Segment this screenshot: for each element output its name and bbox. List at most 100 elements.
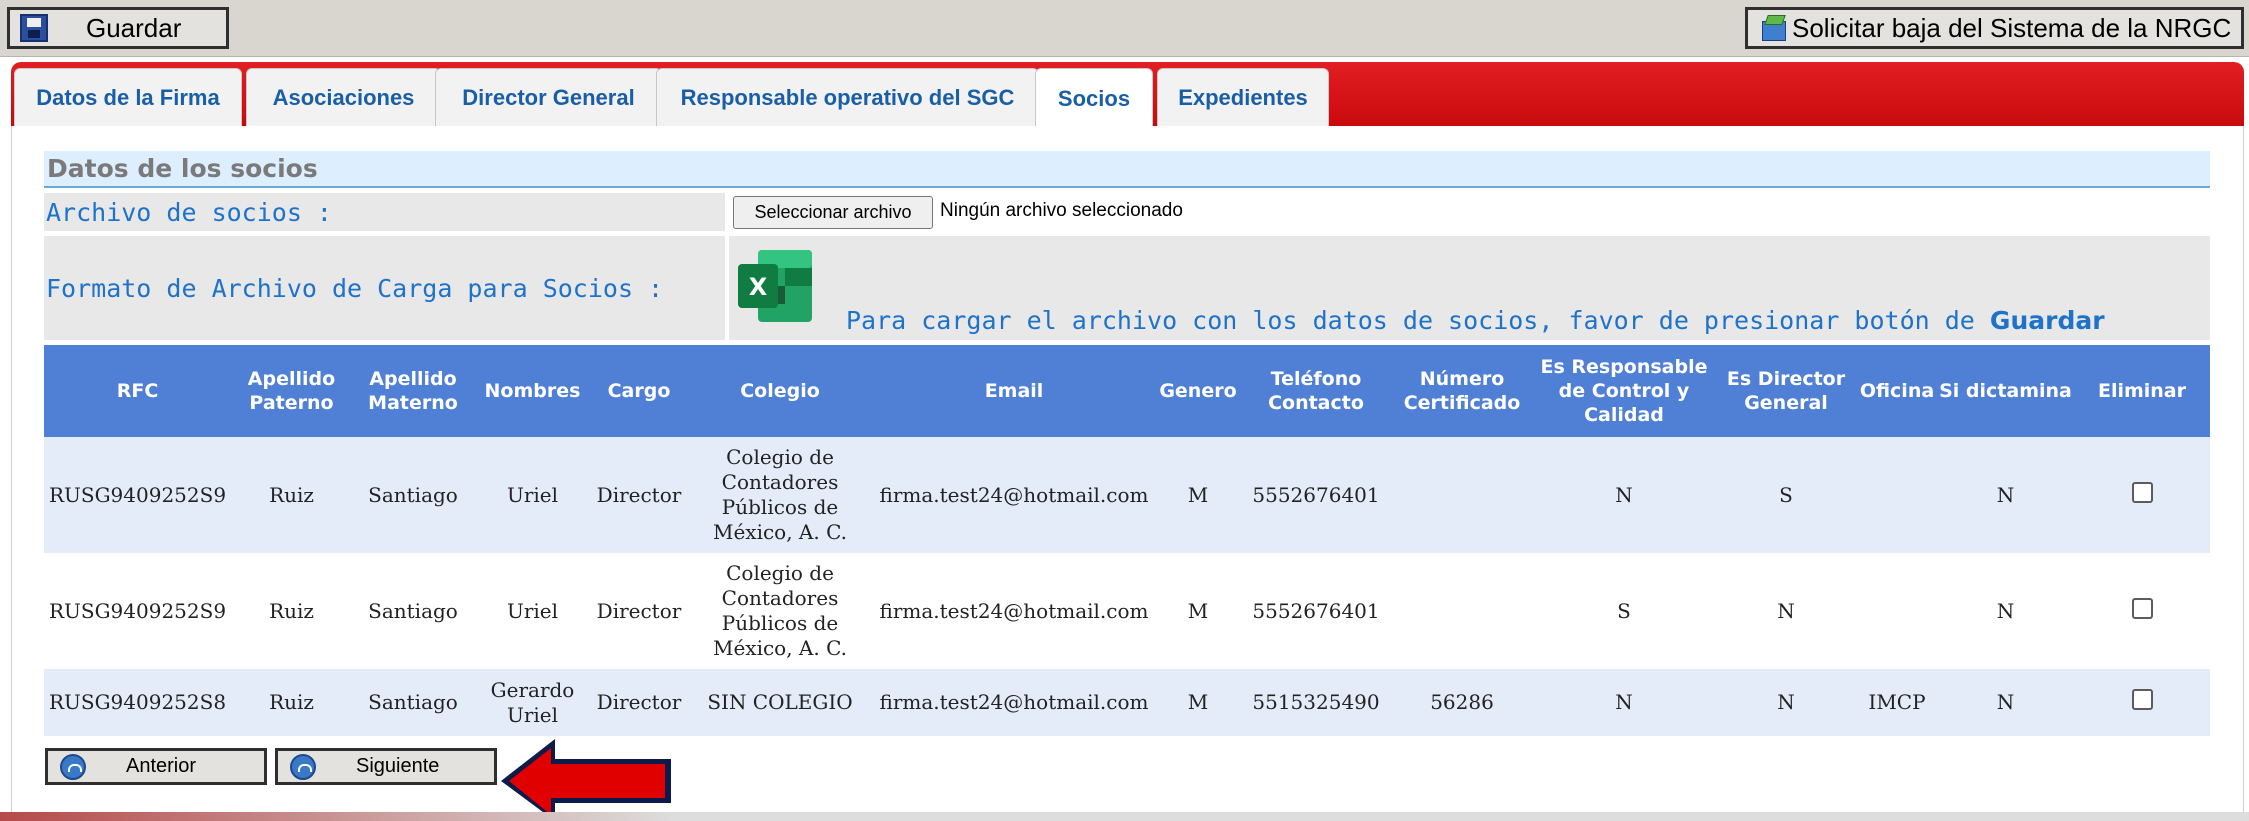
header-apellido-materno[interactable]: Apellido Materno — [352, 345, 474, 437]
cell-colegio: SIN COLEGIO — [687, 669, 873, 736]
table-header-row: RFC Apellido Paterno Apellido Materno No… — [44, 345, 2210, 437]
tab-expedientes[interactable]: Expedientes — [1157, 68, 1329, 126]
delete-checkbox[interactable] — [2131, 689, 2153, 710]
previous-button[interactable]: Anterior — [45, 748, 267, 785]
cell-nombres: Gerardo Uriel — [474, 669, 591, 736]
top-toolbar: Guardar Solicitar baja del Sistema de la… — [0, 0, 2249, 57]
upload-instructions-text: Para cargar el archivo con los datos de … — [846, 306, 1975, 335]
cell-cargo: Director — [591, 437, 687, 553]
cell-certificado: 56286 — [1391, 669, 1533, 736]
tab-label: Director General — [462, 84, 635, 110]
tab-asociaciones[interactable]: Asociaciones — [246, 68, 441, 126]
section-title: Datos de los socios — [44, 151, 2210, 188]
header-nombres[interactable]: Nombres — [474, 345, 591, 437]
header-certificado[interactable]: Número Certificado — [1391, 345, 1533, 437]
cell-eliminar — [2074, 553, 2210, 669]
annotation-arrow-icon — [501, 739, 671, 821]
tab-label: Responsable operativo del SGC — [680, 84, 1015, 110]
cell-responsable: S — [1533, 553, 1715, 669]
cell-materno: Santiago — [352, 553, 474, 669]
forward-arrow-icon — [290, 753, 316, 780]
save-button[interactable]: Guardar — [7, 7, 229, 49]
next-button[interactable]: Siguiente — [275, 748, 497, 785]
tab-label: Expedientes — [1178, 84, 1308, 110]
cell-telefono: 5552676401 — [1241, 553, 1391, 669]
cell-oficina: IMCP — [1857, 669, 1937, 736]
cell-dictamina: N — [1937, 437, 2074, 553]
format-label: Formato de Archivo de Carga para Socios … — [44, 236, 725, 340]
request-deregistration-button[interactable]: Solicitar baja del Sistema de la NRGC — [1745, 7, 2244, 49]
cell-email: firma.test24@hotmail.com — [873, 553, 1155, 669]
header-dictamina[interactable]: Si dictamina — [1937, 345, 2074, 437]
header-eliminar: Eliminar — [2074, 345, 2210, 437]
cell-email: firma.test24@hotmail.com — [873, 437, 1155, 553]
file-label: Archivo de socios : — [44, 193, 725, 231]
header-email[interactable]: Email — [873, 345, 1155, 437]
table-row: RUSG9409252S8 Ruiz Santiago Gerardo Urie… — [44, 669, 2210, 736]
header-rfc[interactable]: RFC — [44, 345, 231, 437]
table-row: RUSG9409252S9 Ruiz Santiago Uriel Direct… — [44, 553, 2210, 669]
page-bottom-border — [0, 812, 2249, 821]
upload-instructions-bold: Guardar — [1989, 306, 2105, 335]
cell-materno: Santiago — [352, 669, 474, 736]
header-responsable[interactable]: Es Responsable de Control y Calidad — [1533, 345, 1715, 437]
cell-paterno: Ruiz — [231, 669, 352, 736]
tab-label: Socios — [1057, 85, 1131, 111]
header-telefono[interactable]: Teléfono Contacto — [1241, 345, 1391, 437]
header-genero[interactable]: Genero — [1155, 345, 1241, 437]
header-director[interactable]: Es Director General — [1715, 345, 1857, 437]
next-button-label: Siguiente — [356, 755, 440, 777]
cell-materno: Santiago — [352, 437, 474, 553]
tab-socios[interactable]: Socios — [1035, 68, 1153, 128]
cell-rfc: RUSG9409252S9 — [44, 437, 231, 553]
cell-nombres: Uriel — [474, 437, 591, 553]
cell-telefono: 5552676401 — [1241, 437, 1391, 553]
cell-rfc: RUSG9409252S8 — [44, 669, 231, 736]
request-deregistration-label: Solicitar baja del Sistema de la NRGC — [1792, 12, 2232, 43]
header-cargo[interactable]: Cargo — [591, 345, 687, 437]
header-apellido-paterno[interactable]: Apellido Paterno — [231, 345, 352, 437]
cell-eliminar — [2074, 669, 2210, 736]
tab-label: Datos de la Firma — [36, 84, 220, 110]
tab-label: Asociaciones — [272, 84, 415, 110]
cell-genero: M — [1155, 553, 1241, 669]
table-row: RUSG9409252S9 Ruiz Santiago Uriel Direct… — [44, 437, 2210, 553]
cell-cargo: Director — [591, 553, 687, 669]
delete-checkbox[interactable] — [2131, 481, 2153, 503]
cell-dictamina: N — [1937, 669, 2074, 736]
floppy-disk-icon — [20, 14, 48, 42]
delete-checkbox[interactable] — [2131, 597, 2153, 619]
cell-responsable: N — [1533, 437, 1715, 553]
cell-email: firma.test24@hotmail.com — [873, 669, 1155, 736]
svg-text:X: X — [749, 273, 768, 301]
cell-colegio: Colegio de Contadores Públicos de México… — [687, 437, 873, 553]
cell-certificado — [1391, 553, 1533, 669]
tab-datos-firma[interactable]: Datos de la Firma — [14, 68, 242, 126]
cell-certificado — [1391, 437, 1533, 553]
tab-responsable-operativo[interactable]: Responsable operativo del SGC — [656, 68, 1039, 126]
save-button-label: Guardar — [86, 12, 182, 43]
cell-director: N — [1715, 553, 1857, 669]
package-icon — [1760, 13, 1790, 43]
cell-telefono: 5515325490 — [1241, 669, 1391, 736]
cell-paterno: Ruiz — [231, 553, 352, 669]
tab-bar: Datos de la Firma Asociaciones Director … — [11, 62, 2244, 128]
cell-genero: M — [1155, 669, 1241, 736]
cell-oficina — [1857, 437, 1937, 553]
cell-dictamina: N — [1937, 553, 2074, 669]
select-file-button[interactable]: Seleccionar archivo — [733, 196, 933, 229]
cell-nombres: Uriel — [474, 553, 591, 669]
cell-genero: M — [1155, 437, 1241, 553]
socios-table: RFC Apellido Paterno Apellido Materno No… — [44, 345, 2210, 736]
upload-instructions: Para cargar el archivo con los datos de … — [846, 306, 2105, 335]
header-colegio[interactable]: Colegio — [687, 345, 873, 437]
excel-icon[interactable]: X — [736, 246, 816, 326]
cell-rfc: RUSG9409252S9 — [44, 553, 231, 669]
header-oficina[interactable]: Oficina — [1857, 345, 1937, 437]
cell-director: N — [1715, 669, 1857, 736]
back-arrow-icon — [60, 753, 86, 780]
previous-button-label: Anterior — [126, 755, 197, 777]
cell-paterno: Ruiz — [231, 437, 352, 553]
cell-cargo: Director — [591, 669, 687, 736]
tab-director-general[interactable]: Director General — [435, 68, 662, 126]
